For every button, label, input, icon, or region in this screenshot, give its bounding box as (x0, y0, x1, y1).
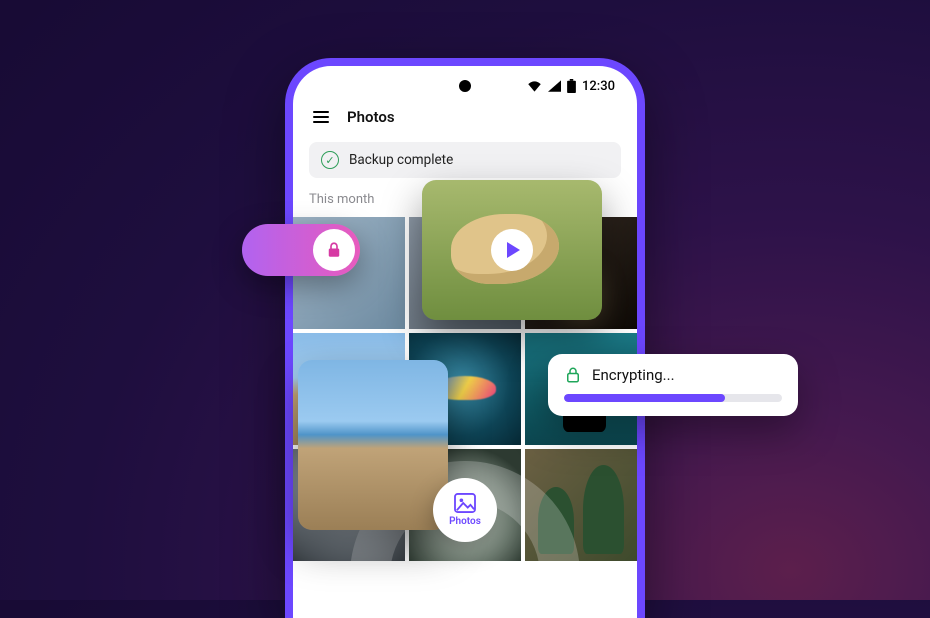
front-camera (459, 80, 471, 92)
photo-thumb-floating[interactable] (298, 360, 448, 530)
page-title: Photos (347, 108, 395, 126)
backup-banner-text: Backup complete (349, 152, 453, 168)
check-icon: ✓ (321, 151, 339, 169)
encrypt-label: Encrypting... (592, 366, 675, 384)
image-icon (454, 493, 476, 513)
encrypt-toast: Encrypting... (548, 354, 798, 416)
backup-banner[interactable]: ✓ Backup complete (309, 142, 621, 178)
encrypt-progress (564, 394, 782, 402)
photos-fab[interactable]: Photos (433, 478, 497, 542)
play-icon (491, 229, 533, 271)
status-time: 12:30 (582, 79, 615, 94)
photo-thumb[interactable] (525, 449, 637, 561)
fab-label: Photos (449, 516, 481, 527)
hamburger-icon[interactable] (313, 111, 329, 123)
lock-icon (313, 229, 355, 271)
signal-icon (548, 80, 561, 92)
video-thumb[interactable] (422, 180, 602, 320)
battery-icon (567, 79, 576, 93)
wifi-icon (527, 80, 542, 92)
app-bar: Photos (293, 106, 637, 138)
lock-toggle[interactable] (242, 224, 360, 276)
lock-icon (564, 366, 582, 384)
